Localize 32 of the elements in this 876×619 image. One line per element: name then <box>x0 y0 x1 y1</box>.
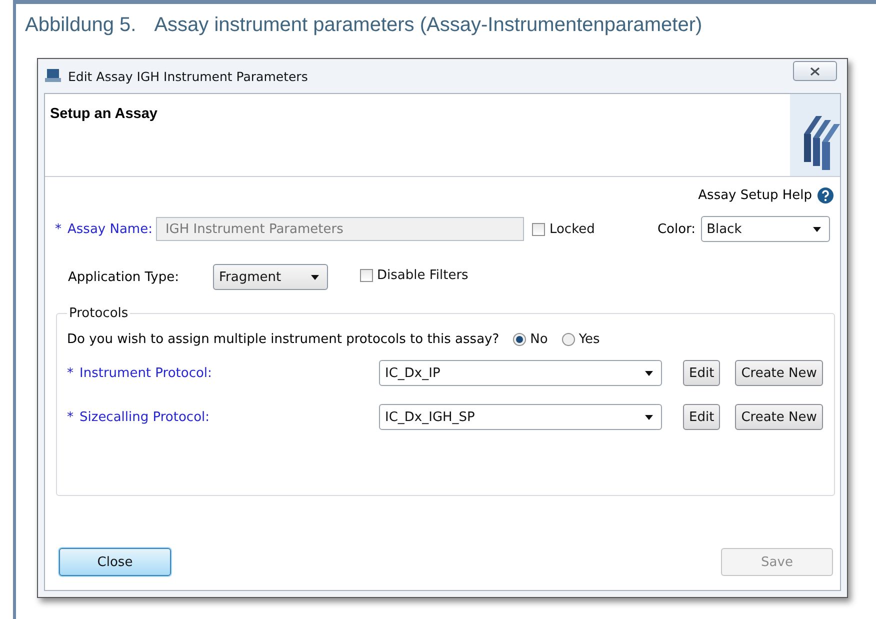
figure-number: Abbildung 5. <box>25 14 136 38</box>
close-icon[interactable] <box>793 61 837 81</box>
app-icon <box>44 68 62 84</box>
disable-filters-checkbox[interactable]: Disable Filters <box>360 268 468 282</box>
close-button[interactable]: Close <box>59 548 171 576</box>
help-icon[interactable] <box>817 187 834 204</box>
binders-icon <box>790 94 840 176</box>
required-mark: * <box>55 222 62 236</box>
application-type-dropdown[interactable]: Fragment <box>213 264 328 290</box>
field-label: Sizecalling Protocol: <box>80 410 210 424</box>
question-text: Do you wish to assign multiple instrument protocols to this assay? <box>67 332 500 346</box>
figure-caption: Assay instrument parameters (Assay-Instrumentenparameter) <box>154 14 702 38</box>
required-mark: * <box>67 410 74 424</box>
protocol-dropdown[interactable]: IC_Dx_IGH_SP <box>379 404 662 430</box>
radio-option[interactable]: No <box>513 332 548 346</box>
create-new-button[interactable]: Create New <box>735 404 823 430</box>
edit-button[interactable]: Edit <box>683 404 720 430</box>
radio-option[interactable]: Yes <box>562 332 600 346</box>
field-label: Assay Name: <box>68 222 152 236</box>
help-link[interactable]: Assay Setup Help <box>698 188 812 203</box>
create-new-button[interactable]: Create New <box>735 360 823 386</box>
edit-button[interactable]: Edit <box>683 360 720 386</box>
protocol-dropdown[interactable]: IC_Dx_IP <box>379 360 662 386</box>
color-dropdown[interactable]: Black <box>700 216 830 242</box>
locked-checkbox[interactable]: Locked <box>532 222 595 236</box>
field-label: Instrument Protocol: <box>80 366 212 380</box>
group-title: Protocols <box>68 306 130 321</box>
page-heading: Setup an Assay <box>49 105 158 122</box>
field-label: Application Type: <box>68 270 180 284</box>
window-title: Edit Assay IGH Instrument Parameters <box>68 68 308 84</box>
required-mark: * <box>67 366 74 380</box>
field-label: Color: <box>657 222 696 236</box>
